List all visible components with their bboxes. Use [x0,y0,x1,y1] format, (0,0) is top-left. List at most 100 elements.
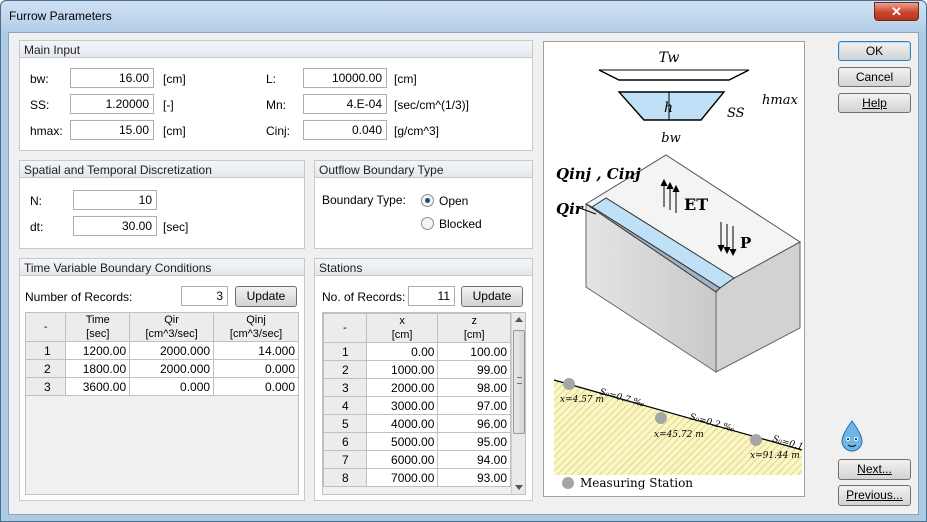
stations-update-button[interactable]: Update [461,286,523,307]
previous-button-label: Previous... [846,488,903,502]
column-header-label: - [343,322,347,334]
table-cell[interactable]: 95.00 [437,432,511,451]
records-label: Number of Records: [25,290,133,304]
table-cell[interactable]: 0.000 [213,359,299,378]
table-cell[interactable]: 6000.00 [365,450,439,469]
table-cell[interactable]: 14.000 [213,341,299,360]
n-label: N: [30,194,42,208]
furrow-diagram: Tw h SS hmax bw ET P Qinj , Cinj Qir S₀=… [543,41,819,497]
time-bc-update-button[interactable]: Update [235,286,297,307]
legend-station-icon [562,477,574,489]
column-header: - [323,313,367,343]
p-arrows [717,222,737,257]
l-input[interactable] [303,68,387,88]
table-cell[interactable]: 100.00 [437,342,511,361]
table-cell[interactable]: 2000.000 [129,341,215,360]
scroll-thumb[interactable] [513,330,525,434]
stations-grid-area: - x [cm] z [cm] 1 0.00 100.00 2 1000.00 99.00 … [322,312,526,495]
furrow-parameters-window: Furrow Parameters ✕ Main Input bw: [cm] … [0,0,927,522]
table-row[interactable]: 5 4000.00 96.00 [323,414,511,433]
table-cell[interactable]: 2000.00 [365,378,439,397]
table-cell[interactable]: 98.00 [437,378,511,397]
scroll-down-arrow-icon[interactable] [515,485,523,490]
row-index: 1 [323,342,367,361]
legend-label: Measuring Station [580,476,693,490]
bw-unit: [cm] [163,72,186,86]
stations-records-input[interactable] [408,286,455,306]
et-label: ET [684,195,708,214]
cinj-input[interactable] [303,120,387,140]
table-row[interactable]: 7 6000.00 94.00 [323,450,511,469]
dt-label: dt: [30,220,44,234]
table-cell[interactable]: 2000.000 [129,359,215,378]
table-row[interactable]: 1 0.00 100.00 [323,342,511,361]
column-header-unit: [cm^3/sec] [145,328,198,340]
hmax-input[interactable] [70,120,154,140]
close-button[interactable]: ✕ [874,2,919,21]
table-row[interactable]: 2 1800.00 2000.000 0.000 [24,359,299,378]
table-cell[interactable]: 7000.00 [365,468,439,487]
table-cell[interactable]: 0.000 [129,377,215,396]
table-cell[interactable]: 99.00 [437,360,511,379]
ss-input[interactable] [70,94,154,114]
stations-scrollbar[interactable] [511,313,525,494]
table-cell[interactable]: 94.00 [437,450,511,469]
mn-label: Mn: [266,98,287,112]
column-header-unit: [sec] [86,328,110,340]
row-index: 7 [323,450,367,469]
next-button-label: Next... [857,462,892,476]
n-input[interactable] [73,190,157,210]
stations-group: Stations No. of Records: Update - x [cm] … [314,258,533,501]
bw-input[interactable] [70,68,154,88]
stations-table[interactable]: - x [cm] z [cm] 1 0.00 100.00 2 1000.00 99.00 … [323,313,511,487]
table-cell[interactable]: 3000.00 [365,396,439,415]
mn-input[interactable] [303,94,387,114]
table-row[interactable]: 3 2000.00 98.00 [323,378,511,397]
time-bc-table[interactable]: - Time [sec] Qir [cm^3/sec] Qinj [cm^3/sec]… [24,312,299,396]
help-button[interactable]: Help [838,93,911,113]
dt-input[interactable] [73,216,157,236]
blocked-radio-label[interactable]: Blocked [439,217,482,231]
cinj-label: Cinj: [266,124,291,138]
table-cell[interactable]: 5000.00 [365,432,439,451]
ok-button[interactable]: OK [838,41,911,61]
table-row[interactable]: 8 7000.00 93.00 [323,468,511,487]
table-cell[interactable]: 1800.00 [65,359,131,378]
title-bar: Furrow Parameters ✕ [1,1,926,31]
table-cell[interactable]: 93.00 [437,468,511,487]
records-input[interactable] [181,286,228,306]
table-cell[interactable]: 96.00 [437,414,511,433]
cancel-button[interactable]: Cancel [838,67,911,87]
table-cell[interactable]: 1000.00 [365,360,439,379]
table-row[interactable]: 6 5000.00 95.00 [323,432,511,451]
boundary-type-label: Boundary Type: [322,193,406,207]
column-header-label: Qinj [246,314,266,326]
next-button[interactable]: Next... [838,459,911,480]
table-cell[interactable]: 4000.00 [365,414,439,433]
row-index: 2 [323,360,367,379]
row-index: 2 [24,359,67,378]
table-cell[interactable]: 3600.00 [65,377,131,396]
table-cell[interactable]: 0.00 [365,342,439,361]
table-row[interactable]: 1 1200.00 2000.000 14.000 [24,341,299,360]
previous-button[interactable]: Previous... [838,485,911,506]
scroll-up-arrow-icon[interactable] [515,317,523,322]
table-cell[interactable]: 97.00 [437,396,511,415]
stations-title: Stations [315,259,532,276]
table-row[interactable]: 2 1000.00 99.00 [323,360,511,379]
table-cell[interactable]: 0.000 [213,377,299,396]
bw-label-fig: bw [661,131,680,146]
dt-unit: [sec] [163,220,189,234]
open-radio-label[interactable]: Open [439,194,468,208]
window-title: Furrow Parameters [9,9,112,23]
table-row[interactable]: 3 3600.00 0.000 0.000 [24,377,299,396]
l-unit: [cm] [394,72,417,86]
table-cell[interactable]: 1200.00 [65,341,131,360]
mascot-icon [837,419,867,453]
table-row[interactable]: 4 3000.00 97.00 [323,396,511,415]
blocked-radio[interactable] [421,217,434,230]
open-radio[interactable] [421,194,434,207]
l-label: L: [266,72,277,86]
hmax-label: hmax: [30,124,63,138]
x-label-3: x=91.44 m [750,451,800,461]
